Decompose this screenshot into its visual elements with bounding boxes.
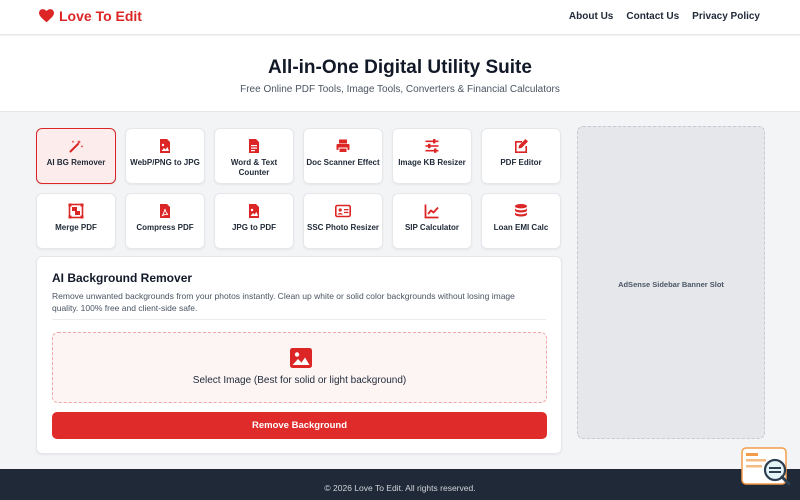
tool-label: SSC Photo Resizer [306,223,379,232]
tool-card-ai-bg-remover[interactable]: AI BG Remover [36,128,116,184]
tool-label: WebP/PNG to JPG [130,158,200,167]
image-file-icon [249,204,259,218]
tool-label: AI BG Remover [46,158,106,167]
page-title: All-in-One Digital Utility Suite [268,57,532,78]
pdf-file-icon [160,204,170,218]
tool-panel: AI Background Remover Remove unwanted ba… [36,256,562,454]
tool-label: Word & Text Counter [230,158,278,177]
page-subtitle: Free Online PDF Tools, Image Tools, Conv… [240,84,560,95]
nav-link-privacy-policy[interactable]: Privacy Policy [692,11,760,22]
tool-card-compress-pdf[interactable]: Compress PDF [125,193,205,249]
footer: © 2026 Love To Edit. All rights reserved… [0,469,800,500]
tool-label: Doc Scanner Effect [306,158,380,167]
tool-card-webp-png-to-jpg[interactable]: WebP/PNG to JPG [125,128,205,184]
tool-label: PDF Editor [500,158,542,167]
ad-sidebar-slot: AdSense Sidebar Banner Slot [577,126,765,439]
id-card-icon [335,204,351,218]
tool-card-word-text-counter[interactable]: Word & Text Counter [214,128,294,184]
brand-logo[interactable]: Love To Edit [39,8,142,24]
magic-wand-icon [69,140,84,153]
tool-card-loan-emi-calc[interactable]: Loan EMI Calc [481,193,561,249]
top-bar: Love To Edit About Us Contact Us Privacy… [0,0,800,35]
magnifier-widget-icon [741,447,791,486]
tool-card-merge-pdf[interactable]: Merge PDF [36,193,116,249]
panel-title: AI Background Remover [52,271,193,285]
tool-card-ssc-photo-resizer[interactable]: SSC Photo Resizer [303,193,383,249]
tool-label: Merge PDF [55,223,97,232]
image-upload-dropzone[interactable]: Select Image (Best for solid or light ba… [52,332,547,403]
remove-background-button[interactable]: Remove Background [52,412,547,439]
nav-link-about-us[interactable]: About Us [569,11,613,22]
tool-label: Loan EMI Calc [493,223,549,232]
upload-label: Select Image (Best for solid or light ba… [192,375,407,386]
panel-description: Remove unwanted backgrounds from your ph… [52,291,515,313]
tool-label: Image KB Resizer [398,158,466,167]
main-nav: About Us Contact Us Privacy Policy [556,11,760,22]
tool-card-doc-scanner-effect[interactable]: Doc Scanner Effect [303,128,383,184]
panel-divider [52,319,546,320]
document-icon [249,139,259,153]
coins-icon [515,204,527,217]
tool-card-image-kb-resizer[interactable]: Image KB Resizer [392,128,472,184]
brand-name: Love To Edit [59,8,142,24]
floating-search-widget[interactable] [740,446,792,488]
hero-section: All-in-One Digital Utility Suite Free On… [0,36,800,112]
sliders-icon [425,139,439,153]
edit-icon [515,139,528,153]
tool-card-jpg-to-pdf[interactable]: JPG to PDF [214,193,294,249]
image-file-icon [160,139,170,153]
image-icon [290,348,312,368]
chart-line-icon [424,204,439,219]
tool-label: JPG to PDF [231,223,276,232]
tool-card-sip-calculator[interactable]: SIP Calculator [392,193,472,249]
nav-link-contact-us[interactable]: Contact Us [626,11,679,22]
tool-label: SIP Calculator [404,223,460,232]
ad-slot-label: AdSense Sidebar Banner Slot [618,280,724,289]
printer-icon [336,139,350,153]
footer-copyright: © 2026 Love To Edit. All rights reserved… [324,483,476,493]
tool-label: Compress PDF [136,223,194,232]
tool-card-pdf-editor[interactable]: PDF Editor [481,128,561,184]
heart-icon [39,9,54,23]
object-group-icon [68,203,84,219]
